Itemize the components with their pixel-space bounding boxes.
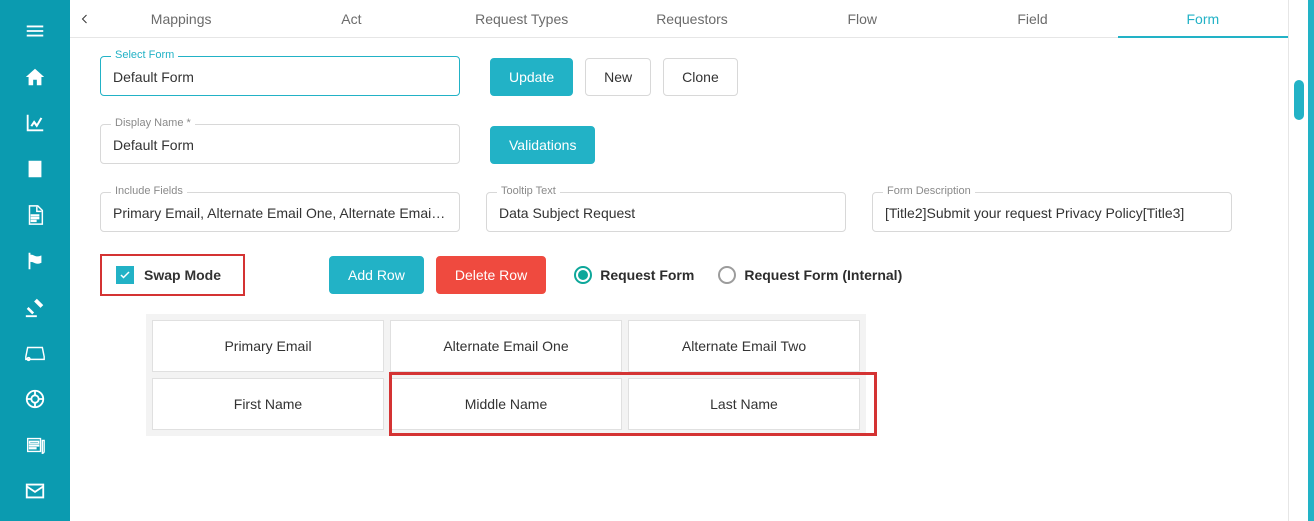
display-name-field[interactable]: Display Name * Default Form [100, 124, 460, 164]
select-form-field[interactable]: Select Form Default Form [100, 56, 460, 96]
include-fields-field[interactable]: Include Fields Primary Email, Alternate … [100, 192, 460, 232]
radio-request-form[interactable]: Request Form [574, 266, 694, 284]
table-row: Primary Email Alternate Email One Altern… [152, 320, 860, 372]
form-description-value: [Title2]Submit your request Privacy Poli… [885, 203, 1219, 223]
grid-cell-first-name[interactable]: First Name [152, 378, 384, 430]
form-description-label: Form Description [883, 185, 975, 197]
radio-label: Request Form [600, 267, 694, 283]
radio-label: Request Form (Internal) [744, 267, 902, 283]
grid-cell-middle-name[interactable]: Middle Name [390, 378, 622, 430]
table-row: First Name Middle Name Last Name [152, 378, 860, 430]
file-icon[interactable] [0, 192, 70, 238]
tab-requestors[interactable]: Requestors [607, 0, 777, 38]
main-content: Mappings Act Request Types Requestors Fl… [70, 0, 1314, 521]
delete-row-button[interactable]: Delete Row [436, 256, 546, 294]
validations-button[interactable]: Validations [490, 126, 595, 164]
add-row-button[interactable]: Add Row [329, 256, 424, 294]
radio-icon [574, 266, 592, 284]
grid-cell-last-name[interactable]: Last Name [628, 378, 860, 430]
tooltip-text-field[interactable]: Tooltip Text Data Subject Request [486, 192, 846, 232]
grid-cell-primary-email[interactable]: Primary Email [152, 320, 384, 372]
display-name-label: Display Name * [111, 117, 195, 129]
clone-button[interactable]: Clone [663, 58, 738, 96]
home-icon[interactable] [0, 54, 70, 100]
tab-flow[interactable]: Flow [777, 0, 947, 38]
content-area: Select Form Default Form Update New Clon… [70, 38, 1314, 446]
swap-mode-checkbox[interactable] [116, 266, 134, 284]
news-icon[interactable] [0, 422, 70, 468]
update-button[interactable]: Update [490, 58, 573, 96]
radio-icon [718, 266, 736, 284]
tooltip-text-label: Tooltip Text [497, 185, 560, 197]
display-name-value: Default Form [113, 135, 447, 155]
include-fields-label: Include Fields [111, 185, 187, 197]
swap-mode-highlight: Swap Mode [100, 254, 245, 296]
sidebar [0, 0, 70, 521]
form-description-field[interactable]: Form Description [Title2]Submit your req… [872, 192, 1232, 232]
grid-cell-alternate-email-two[interactable]: Alternate Email Two [628, 320, 860, 372]
tab-scroll-left[interactable] [74, 0, 96, 38]
right-indicator [1294, 80, 1304, 120]
building-icon[interactable] [0, 146, 70, 192]
tab-form[interactable]: Form [1118, 0, 1288, 38]
chart-icon[interactable] [0, 100, 70, 146]
tab-mappings[interactable]: Mappings [96, 0, 266, 38]
life-ring-icon[interactable] [0, 376, 70, 422]
tab-act[interactable]: Act [266, 0, 436, 38]
gavel-icon[interactable] [0, 284, 70, 330]
tab-request-types[interactable]: Request Types [437, 0, 607, 38]
tab-bar: Mappings Act Request Types Requestors Fl… [70, 0, 1314, 38]
fields-grid: Primary Email Alternate Email One Altern… [146, 314, 866, 436]
drive-icon[interactable] [0, 330, 70, 376]
swap-mode-label: Swap Mode [144, 267, 221, 283]
tab-field[interactable]: Field [947, 0, 1117, 38]
envelope-icon[interactable] [0, 468, 70, 514]
right-rail [1288, 0, 1314, 521]
right-accent-bar [1308, 0, 1314, 521]
menu-icon[interactable] [0, 8, 70, 54]
flag-icon[interactable] [0, 238, 70, 284]
select-form-label: Select Form [111, 49, 178, 61]
radio-request-form-internal[interactable]: Request Form (Internal) [718, 266, 902, 284]
tooltip-text-value: Data Subject Request [499, 203, 833, 223]
grid-cell-alternate-email-one[interactable]: Alternate Email One [390, 320, 622, 372]
new-button[interactable]: New [585, 58, 651, 96]
request-form-radio-group: Request Form Request Form (Internal) [574, 266, 902, 284]
select-form-value: Default Form [113, 67, 447, 87]
include-fields-value: Primary Email, Alternate Email One, Alte… [113, 203, 447, 223]
